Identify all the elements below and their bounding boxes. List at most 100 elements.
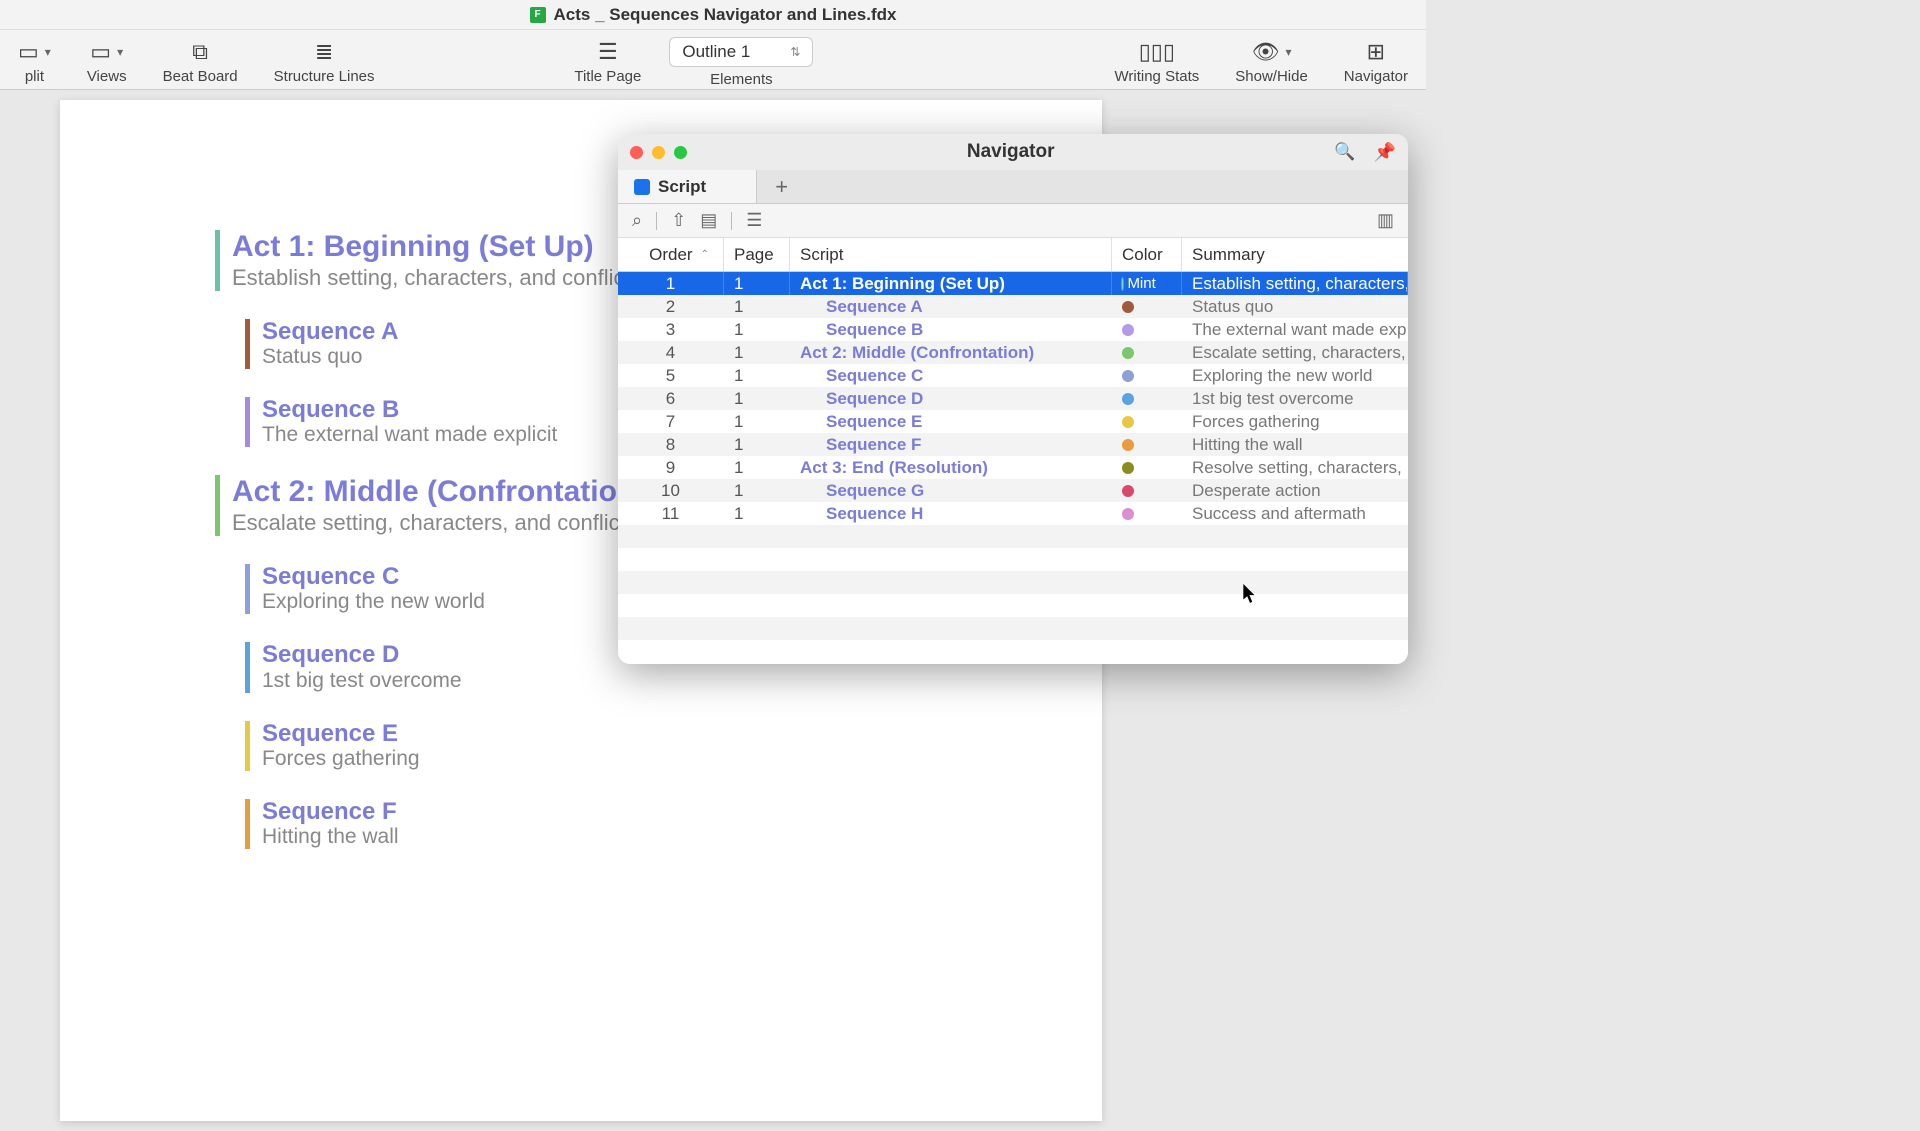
views-button[interactable]: ▭ Views bbox=[69, 34, 145, 90]
search-icon[interactable]: 🔍 bbox=[1334, 142, 1355, 162]
views-icon: ▭ bbox=[90, 40, 123, 64]
minimize-button[interactable] bbox=[652, 146, 665, 159]
cell-page: 1 bbox=[724, 410, 790, 433]
empty-cell bbox=[790, 617, 1112, 640]
sort-icon[interactable]: ⇅ bbox=[1162, 277, 1171, 290]
structure-lines-button[interactable]: ≣ Structure Lines bbox=[256, 34, 393, 90]
navigator-tool-row: ⌕ ⇧ ▤ ☰ ▥ bbox=[618, 204, 1408, 238]
share-icon[interactable]: ⇧ bbox=[671, 210, 686, 231]
table-row[interactable]: 51Sequence CExploring the new world bbox=[618, 364, 1408, 387]
cell-order: 4 bbox=[618, 341, 724, 364]
navigator-panel-title: Navigator bbox=[687, 141, 1334, 163]
empty-cell bbox=[1112, 594, 1182, 617]
table-row[interactable]: 21Sequence AStatus quo bbox=[618, 295, 1408, 318]
script-doc-icon bbox=[634, 179, 650, 195]
cell-color bbox=[1112, 387, 1182, 410]
list-icon[interactable]: ☰ bbox=[746, 210, 762, 231]
cell-page: 1 bbox=[724, 341, 790, 364]
title-page-button[interactable]: ☰ Title Page bbox=[556, 34, 659, 90]
cell-page: 1 bbox=[724, 433, 790, 456]
page-icon[interactable]: ▤ bbox=[700, 210, 717, 231]
window-controls[interactable] bbox=[630, 146, 687, 159]
cell-summary: Exploring the new world bbox=[1182, 364, 1408, 387]
pin-icon[interactable]: 📌 bbox=[1374, 142, 1396, 163]
sequence-block[interactable]: Sequence FHitting the wall bbox=[245, 799, 1002, 849]
cell-summary: Success and aftermath bbox=[1182, 502, 1408, 525]
table-row[interactable]: 41Act 2: Middle (Confrontation) Escalate … bbox=[618, 341, 1408, 364]
writing-stats-button[interactable]: ▯▯▯ Writing Stats bbox=[1097, 34, 1218, 90]
empty-cell bbox=[790, 548, 1112, 571]
cell-color bbox=[1112, 364, 1182, 387]
color-dot bbox=[1122, 301, 1134, 313]
titlebar: F Acts _ Sequences Navigator and Lines.f… bbox=[0, 0, 1426, 30]
header-script[interactable]: Script bbox=[790, 238, 1112, 271]
title-page-icon: ☰ bbox=[598, 40, 618, 64]
color-dot bbox=[1122, 508, 1134, 520]
columns-icon[interactable]: ▥ bbox=[1377, 210, 1394, 231]
table-body[interactable]: 11Act 1: Beginning (Set Up)Mint⇅Establis… bbox=[618, 272, 1408, 664]
header-page[interactable]: Page bbox=[724, 238, 790, 271]
cell-color bbox=[1112, 410, 1182, 433]
cell-color: Mint⇅ bbox=[1112, 272, 1182, 295]
table-row[interactable]: 31Sequence BThe external want made expli… bbox=[618, 318, 1408, 341]
sequence-subtitle: 1st big test overcome bbox=[262, 669, 1002, 693]
cell-order: 3 bbox=[618, 318, 724, 341]
table-row[interactable]: 11Act 1: Beginning (Set Up)Mint⇅Establis… bbox=[618, 272, 1408, 295]
add-tab-button[interactable]: + bbox=[757, 174, 806, 200]
sequence-block[interactable]: Sequence EForces gathering bbox=[245, 721, 1002, 771]
cell-page: 1 bbox=[724, 295, 790, 318]
empty-cell bbox=[724, 548, 790, 571]
cell-order: 8 bbox=[618, 433, 724, 456]
dropdown-arrows-icon: ⇅ bbox=[790, 45, 800, 59]
empty-cell bbox=[1182, 548, 1408, 571]
cell-script: Sequence H bbox=[790, 502, 1112, 525]
header-order[interactable]: Order ⌃ bbox=[618, 238, 724, 271]
tag-icon[interactable]: ⌕ bbox=[632, 210, 642, 231]
cell-color bbox=[1112, 341, 1182, 364]
table-row[interactable]: 101Sequence GDesperate action bbox=[618, 479, 1408, 502]
elements-select[interactable]: Outline 1 ⇅ Elements bbox=[659, 34, 823, 90]
tab-script[interactable]: Script bbox=[618, 170, 757, 203]
split-icon: ▭ bbox=[18, 40, 51, 64]
header-summary[interactable]: Summary bbox=[1182, 238, 1408, 271]
cell-color bbox=[1112, 318, 1182, 341]
empty-cell bbox=[724, 640, 790, 663]
empty-cell bbox=[618, 594, 724, 617]
empty-cell bbox=[790, 525, 1112, 548]
cell-script: Sequence E bbox=[790, 410, 1112, 433]
empty-cell bbox=[724, 571, 790, 594]
cell-summary: Status quo bbox=[1182, 295, 1408, 318]
table-row bbox=[618, 525, 1408, 548]
cell-page: 1 bbox=[724, 479, 790, 502]
empty-cell bbox=[618, 525, 724, 548]
cell-order: 11 bbox=[618, 502, 724, 525]
cell-order: 7 bbox=[618, 410, 724, 433]
navigator-tab-bar: Script + bbox=[618, 170, 1408, 204]
cell-page: 1 bbox=[724, 502, 790, 525]
close-button[interactable] bbox=[630, 146, 643, 159]
split-button[interactable]: ▭ plit bbox=[0, 34, 69, 90]
header-color[interactable]: Color bbox=[1112, 238, 1182, 271]
empty-cell bbox=[1112, 525, 1182, 548]
table-row[interactable]: 111Sequence HSuccess and aftermath bbox=[618, 502, 1408, 525]
navigator-titlebar[interactable]: Navigator 🔍 📌 bbox=[618, 134, 1408, 170]
maximize-button[interactable] bbox=[674, 146, 687, 159]
table-row[interactable]: 61Sequence D1st big test overcome bbox=[618, 387, 1408, 410]
table-row[interactable]: 71Sequence EForces gathering bbox=[618, 410, 1408, 433]
cell-color bbox=[1112, 456, 1182, 479]
navigator-panel[interactable]: Navigator 🔍 📌 Script + ⌕ ⇧ ▤ ☰ ▥ Order ⌃… bbox=[618, 134, 1408, 664]
beat-board-button[interactable]: ⧉ Beat Board bbox=[145, 34, 256, 90]
navigator-button[interactable]: ⊞ Navigator bbox=[1326, 34, 1426, 90]
cell-page: 1 bbox=[724, 272, 790, 295]
table-row bbox=[618, 617, 1408, 640]
empty-cell bbox=[790, 594, 1112, 617]
sequence-title: Sequence F bbox=[262, 799, 1002, 825]
table-row[interactable]: 81Sequence FHitting the wall bbox=[618, 433, 1408, 456]
table-row[interactable]: 91Act 3: End (Resolution)Resolve setting… bbox=[618, 456, 1408, 479]
color-dot bbox=[1122, 485, 1134, 497]
show-hide-button[interactable]: 👁 Show/Hide bbox=[1217, 34, 1326, 90]
cell-summary: Escalate setting, characters, an bbox=[1182, 341, 1408, 364]
cell-script: Act 2: Middle (Confrontation) bbox=[790, 341, 1112, 364]
empty-cell bbox=[1182, 571, 1408, 594]
cell-order: 10 bbox=[618, 479, 724, 502]
